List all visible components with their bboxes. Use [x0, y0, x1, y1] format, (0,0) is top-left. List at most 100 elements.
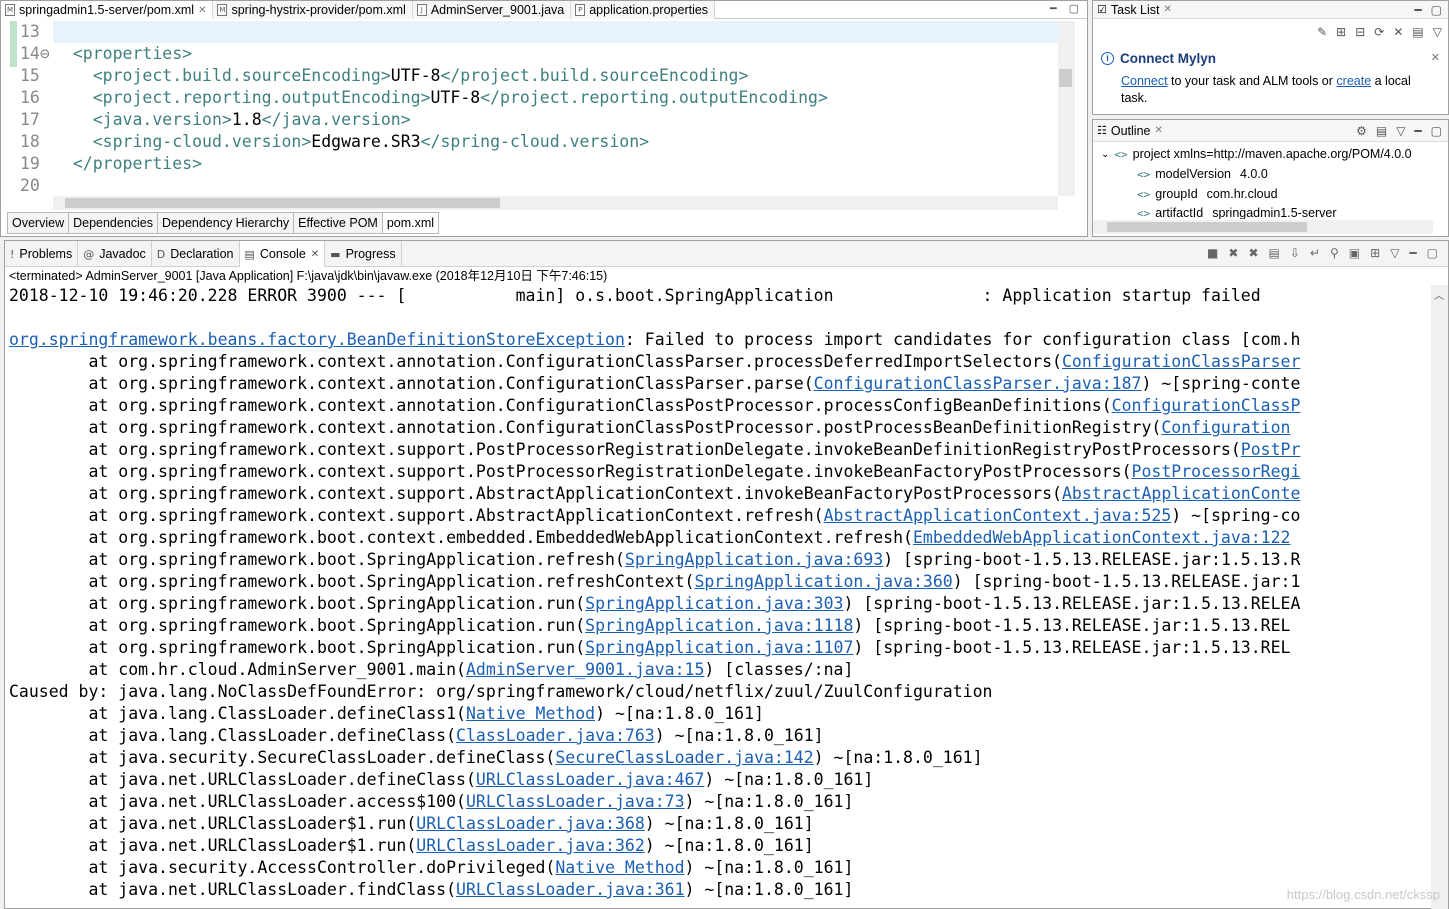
- maximize-icon[interactable]: ▢: [1431, 3, 1442, 17]
- console-text: ) ~[na:1.8.0_161]: [684, 792, 854, 811]
- editor-tab-pom-hystrix[interactable]: M spring-hystrix-provider/pom.xml: [213, 1, 413, 19]
- minimize-icon[interactable]: ━: [1414, 124, 1421, 138]
- minimize-icon[interactable]: ━: [1409, 246, 1416, 260]
- chevron-down-icon[interactable]: ⌄: [1101, 149, 1109, 160]
- close-icon[interactable]: ✕: [1164, 4, 1172, 15]
- stacktrace-link[interactable]: URLClassLoader.java:362: [416, 836, 644, 855]
- remove-all-icon[interactable]: ✖: [1248, 246, 1258, 260]
- editor-horizontal-scrollbar[interactable]: [53, 196, 1058, 210]
- scroll-up-icon[interactable]: ︿: [1434, 287, 1444, 302]
- subtab-pom-xml[interactable]: pom.xml: [382, 212, 440, 234]
- outline-node[interactable]: <> groupId com.hr.cloud: [1137, 187, 1278, 201]
- stacktrace-link[interactable]: org.springframework.beans.factory.BeanDe…: [9, 330, 625, 349]
- create-link[interactable]: create: [1336, 74, 1371, 88]
- word-wrap-icon[interactable]: ↵: [1310, 246, 1320, 260]
- stacktrace-link[interactable]: Configuration: [1161, 418, 1290, 437]
- new-task-icon[interactable]: ✎: [1317, 25, 1327, 39]
- tab-declaration[interactable]: D Declaration: [152, 241, 240, 267]
- console-text: at org.springframework.boot.SpringApplic…: [9, 572, 695, 591]
- tab-problems[interactable]: ! Problems: [5, 241, 79, 267]
- stacktrace-link[interactable]: URLClassLoader.java:361: [456, 880, 684, 899]
- stacktrace-link[interactable]: SpringApplication.java:1118: [585, 616, 853, 635]
- editor-tab-properties[interactable]: P application.properties: [571, 1, 716, 19]
- clear-console-icon[interactable]: ▤: [1269, 246, 1280, 260]
- terminate-icon[interactable]: ■: [1207, 246, 1218, 260]
- code-editor[interactable]: 13 14⊖ 15 16 17 18 19 20 <properties> <p…: [1, 21, 1058, 196]
- console-line: at org.springframework.context.annotatio…: [9, 395, 1431, 417]
- close-icon[interactable]: ✕: [311, 249, 319, 260]
- open-console-icon[interactable]: ⊞: [1370, 246, 1380, 260]
- subtab-effective-pom[interactable]: Effective POM: [294, 212, 383, 234]
- minimize-icon[interactable]: ━: [1050, 2, 1057, 15]
- stacktrace-link[interactable]: ConfigurationClassParser: [1062, 352, 1300, 371]
- collapse-all-icon[interactable]: ▤: [1412, 25, 1423, 39]
- tab-outline[interactable]: Outline: [1111, 124, 1151, 138]
- console-line: at org.springframework.context.support.A…: [9, 505, 1431, 527]
- view-menu-icon[interactable]: ▽: [1433, 25, 1442, 39]
- stacktrace-link[interactable]: PostProcessorRegi: [1132, 462, 1301, 481]
- subtab-dependencies[interactable]: Dependencies: [69, 212, 159, 234]
- stacktrace-link[interactable]: AbstractApplicationContext.java:525: [824, 506, 1172, 525]
- stacktrace-link[interactable]: SpringApplication.java:693: [625, 550, 883, 569]
- collapse-all-icon[interactable]: ▤: [1376, 124, 1387, 138]
- console-output[interactable]: 2018-12-10 19:46:20.228 ERROR 3900 --- […: [9, 285, 1431, 909]
- stacktrace-link[interactable]: SecureClassLoader.java:142: [555, 748, 813, 767]
- filter-icon[interactable]: ⊟: [1355, 25, 1365, 39]
- stacktrace-link[interactable]: Native Method: [466, 704, 595, 723]
- stacktrace-link[interactable]: ClassLoader.java:763: [456, 726, 655, 745]
- stacktrace-link[interactable]: SpringApplication.java:1107: [585, 638, 853, 657]
- console-vertical-scrollbar[interactable]: ︿: [1431, 285, 1448, 909]
- view-menu-icon[interactable]: ▽: [1390, 246, 1399, 260]
- outline-node-name: modelVersion: [1155, 167, 1231, 181]
- stacktrace-link[interactable]: URLClassLoader.java:467: [476, 770, 704, 789]
- line-number: 18: [20, 132, 40, 151]
- stacktrace-link[interactable]: AdminServer_9001.java:15: [466, 660, 704, 679]
- hierarchy-icon[interactable]: ⊞: [1336, 25, 1346, 39]
- stacktrace-link[interactable]: URLClassLoader.java:368: [416, 814, 644, 833]
- tab-javadoc[interactable]: @ Javadoc: [78, 241, 152, 267]
- editor-vertical-scrollbar[interactable]: [1058, 21, 1075, 196]
- subtab-overview[interactable]: Overview: [7, 212, 70, 234]
- outline-root-node[interactable]: ⌄ <> project xmlns=http://maven.apache.o…: [1101, 147, 1412, 161]
- display-console-icon[interactable]: ▣: [1349, 246, 1360, 260]
- stacktrace-link[interactable]: URLClassLoader.java:73: [466, 792, 685, 811]
- scroll-thumb[interactable]: [65, 198, 500, 208]
- console-text: at org.springframework.boot.context.embe…: [9, 528, 913, 547]
- sync-icon[interactable]: ⟳: [1374, 25, 1384, 39]
- outline-node[interactable]: <> modelVersion 4.0.0: [1137, 167, 1268, 181]
- focus-icon[interactable]: ✕: [1393, 25, 1403, 39]
- outline-horizontal-scrollbar[interactable]: [1093, 220, 1433, 234]
- stacktrace-link[interactable]: ConfigurationClassP: [1112, 396, 1301, 415]
- editor-tab-pom-server[interactable]: M springadmin1.5-server/pom.xml ✕: [1, 1, 214, 19]
- tab-console[interactable]: ▤ Console ✕: [239, 241, 326, 267]
- connect-link[interactable]: Connect: [1121, 74, 1168, 88]
- tab-progress[interactable]: ▬ Progress: [325, 241, 402, 267]
- close-icon[interactable]: ✕: [1154, 125, 1162, 136]
- sort-icon[interactable]: ⚙: [1356, 124, 1367, 138]
- editor-tab-label: springadmin1.5-server/pom.xml: [19, 3, 195, 17]
- scroll-thumb[interactable]: [1107, 222, 1307, 232]
- stacktrace-link[interactable]: PostPr: [1241, 440, 1301, 459]
- stacktrace-link[interactable]: Native Method: [555, 858, 684, 877]
- stacktrace-link[interactable]: SpringApplication.java:303: [585, 594, 843, 613]
- stacktrace-link[interactable]: SpringApplication.java:360: [694, 572, 952, 591]
- scroll-thumb[interactable]: [1059, 69, 1072, 87]
- stacktrace-link[interactable]: EmbeddedWebApplicationContext.java:122: [913, 528, 1291, 547]
- stacktrace-link[interactable]: AbstractApplicationConte: [1062, 484, 1300, 503]
- minimize-icon[interactable]: ━: [1414, 3, 1421, 17]
- remove-launch-icon[interactable]: ✖: [1228, 246, 1238, 260]
- subtab-dependency-hierarchy[interactable]: Dependency Hierarchy: [158, 212, 295, 234]
- maximize-icon[interactable]: ▢: [1427, 246, 1438, 260]
- tab-task-list[interactable]: Task List: [1111, 3, 1160, 17]
- scroll-lock-icon[interactable]: ⇩: [1290, 246, 1300, 260]
- outline-node[interactable]: <> artifactId springadmin1.5-server: [1137, 207, 1337, 219]
- maximize-icon[interactable]: ▢: [1431, 124, 1442, 138]
- pin-console-icon[interactable]: ⚲: [1330, 246, 1339, 260]
- close-icon[interactable]: ✕: [198, 5, 206, 16]
- view-menu-icon[interactable]: ▽: [1396, 124, 1405, 138]
- mylyn-close-icon[interactable]: ✕: [1431, 51, 1440, 64]
- editor-tab-adminserver[interactable]: J AdminServer_9001.java: [412, 1, 572, 19]
- stacktrace-link[interactable]: ConfigurationClassParser.java:187: [814, 374, 1142, 393]
- maximize-icon[interactable]: ▢: [1069, 2, 1079, 15]
